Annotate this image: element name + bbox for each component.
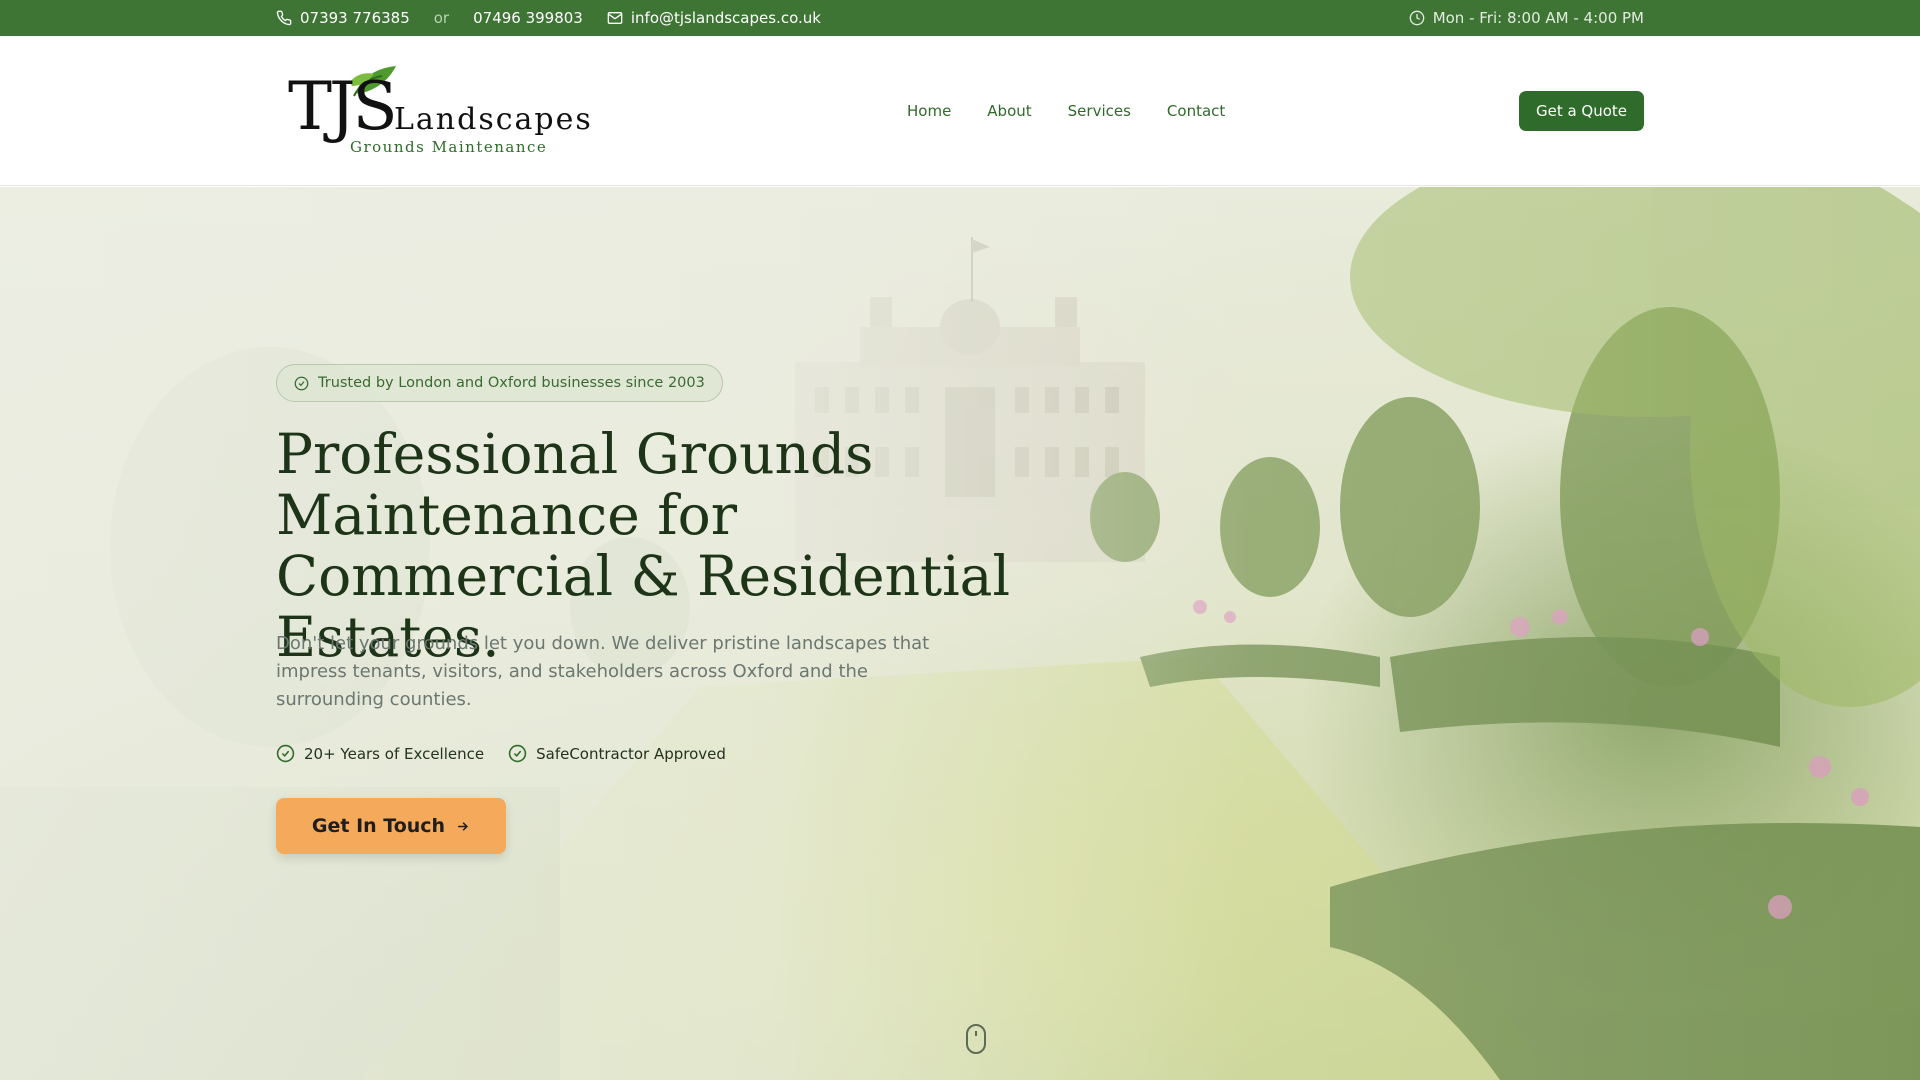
email-text: info@tjslandscapes.co.uk (630, 9, 821, 27)
phone-icon (276, 10, 292, 26)
check-circle-icon (508, 744, 527, 763)
hours-text: Mon - Fri: 8:00 AM - 4:00 PM (1432, 9, 1644, 27)
phone-link-primary[interactable]: 07393 776385 (276, 9, 410, 27)
feature-years: 20+ Years of Excellence (276, 744, 484, 763)
nav-home[interactable]: Home (907, 102, 951, 120)
hero-description: Don't let your grounds let you down. We … (276, 633, 930, 710)
main-navigation: Home About Services Contact (907, 36, 1225, 186)
nav-about[interactable]: About (987, 102, 1031, 120)
top-contact-bar: 07393 776385 or 07496 399803 info@tjslan… (0, 0, 1920, 36)
hero-features: 20+ Years of Excellence SafeContractor A… (276, 744, 726, 763)
arrow-right-icon (458, 821, 469, 831)
phone-link-secondary[interactable]: 07496 399803 (473, 9, 583, 27)
cta-label: Get In Touch (311, 815, 446, 837)
clock-icon (1409, 10, 1425, 26)
nav-contact[interactable]: Contact (1167, 102, 1225, 120)
logo-landscapes-text: Landscapes (394, 102, 593, 137)
site-logo[interactable]: TJS Landscapes Grounds Maintenance (288, 66, 591, 161)
check-circle-icon (276, 744, 295, 763)
trust-badge-text: Trusted by London and Oxford businesses … (318, 375, 705, 391)
get-in-touch-button[interactable]: Get In Touch (276, 798, 506, 854)
logo-tagline-text: Grounds Maintenance (350, 138, 548, 156)
check-circle-icon (294, 376, 309, 390)
nav-services[interactable]: Services (1068, 102, 1131, 120)
or-separator: or (433, 9, 450, 27)
mail-icon (607, 12, 623, 24)
feature-years-text: 20+ Years of Excellence (304, 744, 485, 763)
logo-tjs-text: TJS (288, 68, 398, 145)
feature-safecontractor-text: SafeContractor Approved (536, 744, 726, 763)
hero-section: Trusted by London and Oxford businesses … (0, 187, 1920, 1080)
feature-safecontractor: SafeContractor Approved (508, 744, 726, 763)
email-link[interactable]: info@tjslandscapes.co.uk (607, 9, 821, 27)
trust-badge: Trusted by London and Oxford businesses … (276, 364, 723, 402)
site-header: TJS Landscapes Grounds Maintenance Home … (0, 36, 1920, 186)
opening-hours: Mon - Fri: 8:00 AM - 4:00 PM (1409, 9, 1644, 27)
phone-primary-text: 07393 776385 (300, 9, 410, 27)
phone-secondary-text: 07496 399803 (473, 9, 583, 27)
mouse-scroll-icon[interactable] (965, 1023, 987, 1055)
get-a-quote-button[interactable]: Get a Quote (1519, 91, 1644, 131)
